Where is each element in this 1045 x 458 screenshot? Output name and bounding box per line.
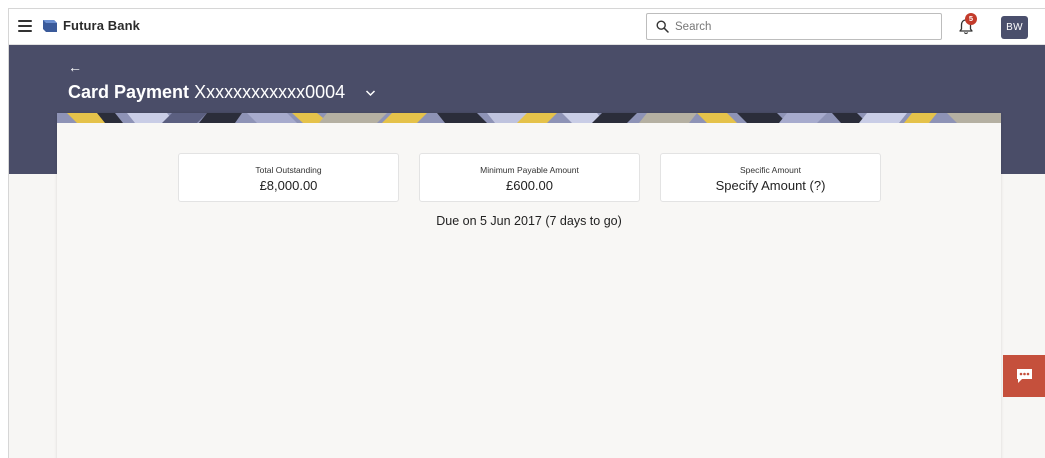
notification-badge: 5 xyxy=(965,13,977,25)
minimum-payable-option[interactable]: Minimum Payable Amount £600.00 xyxy=(419,153,640,202)
app-window: Futura Bank 5 BW ← Card Payment Xxxxxxxx… xyxy=(8,8,1045,458)
decorative-banner xyxy=(57,113,1001,123)
tile-value: £8,000.00 xyxy=(259,178,318,193)
chat-button[interactable] xyxy=(1003,355,1045,397)
total-outstanding-option[interactable]: Total Outstanding £8,000.00 xyxy=(178,153,399,202)
tile-label: Total Outstanding xyxy=(255,165,322,175)
account-selector[interactable]: Xxxxxxxxxxxx0004 xyxy=(194,82,345,102)
tile-value: £600.00 xyxy=(506,178,553,193)
chat-icon xyxy=(1017,369,1032,383)
bank-logo-icon xyxy=(43,20,57,32)
search-input[interactable] xyxy=(675,18,935,36)
brand-name[interactable]: Futura Bank xyxy=(63,18,140,33)
tile-value: Specify Amount (?) xyxy=(715,178,826,193)
page-title: Card Payment Xxxxxxxxxxxx0004 xyxy=(68,81,345,103)
specific-amount-option[interactable]: Specific Amount Specify Amount (?) xyxy=(660,153,881,202)
back-button[interactable]: ← xyxy=(68,60,82,74)
chevron-down-icon[interactable] xyxy=(365,89,376,97)
payment-card: Total Outstanding £8,000.00 Minimum Paya… xyxy=(57,113,1001,458)
page-title-label: Card Payment xyxy=(68,82,190,102)
due-date-text: Due on 5 Jun 2017 (7 days to go) xyxy=(436,214,622,228)
top-bar: Futura Bank 5 BW xyxy=(9,9,1045,45)
tile-label: Specific Amount xyxy=(740,165,801,175)
search-icon xyxy=(656,20,669,33)
avatar[interactable]: BW xyxy=(1001,16,1028,39)
hamburger-icon[interactable] xyxy=(18,20,32,32)
tile-label: Minimum Payable Amount xyxy=(480,165,579,175)
search-box[interactable] xyxy=(646,13,942,40)
